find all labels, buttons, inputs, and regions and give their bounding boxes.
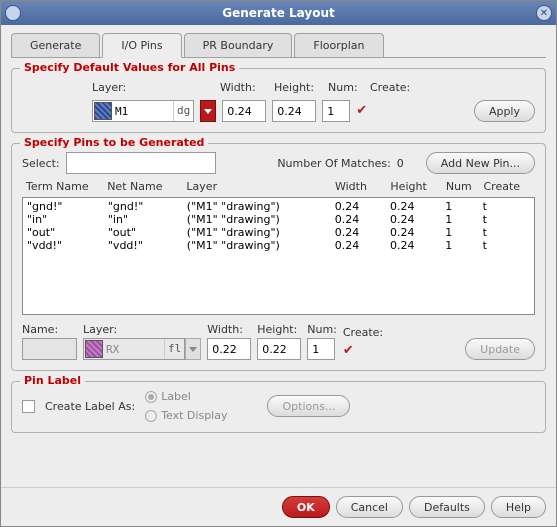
tab-pr-boundary[interactable]: PR Boundary <box>184 33 293 57</box>
table-row[interactable]: "vdd!" "vdd!" ("M1" "drawing") 0.240.241… <box>27 239 530 252</box>
edit-width-input[interactable] <box>207 338 251 360</box>
group-title-generate: Specify Pins to be Generated <box>20 136 208 149</box>
group-default-values: Specify Default Values for All Pins Laye… <box>11 68 546 133</box>
ok-button[interactable]: OK <box>282 496 330 518</box>
add-new-pin-button[interactable]: Add New Pin... <box>426 152 535 174</box>
edit-name-input <box>22 338 77 360</box>
label-edit-create: Create: <box>343 326 383 339</box>
tab-generate[interactable]: Generate <box>11 33 100 57</box>
label-height: Height: <box>274 81 318 94</box>
group-title-pin-label: Pin Label <box>20 374 85 387</box>
label-name: Name: <box>22 323 77 336</box>
matches-value: 0 <box>397 157 404 170</box>
label-edit-num: Num: <box>307 323 337 336</box>
edit-num-input[interactable] <box>307 338 335 360</box>
pin-table[interactable]: "gnd!" "gnd!" ("M1" "drawing") 0.240.241… <box>22 197 535 315</box>
edit-create-check-icon[interactable]: ✔ <box>343 345 355 357</box>
default-create-check-icon[interactable]: ✔ <box>356 105 368 117</box>
default-layer-input[interactable] <box>113 102 173 120</box>
col-num: Num <box>446 180 484 193</box>
group-pin-label: Pin Label Create Label As: Label Text Di… <box>11 381 546 433</box>
radio-label <box>145 391 157 403</box>
update-button: Update <box>465 338 535 360</box>
edit-height-input[interactable] <box>257 338 301 360</box>
table-row[interactable]: "gnd!" "gnd!" ("M1" "drawing") 0.240.241… <box>27 200 530 213</box>
label-create-as: Create Label As: <box>45 400 135 413</box>
radio-text-display-text: Text Display <box>161 409 227 422</box>
edit-layer-swatch-icon <box>85 340 103 358</box>
group-pins-to-generate: Specify Pins to be Generated Select: Num… <box>11 143 546 371</box>
tab-io-pins[interactable]: I/O Pins <box>102 33 181 58</box>
default-layer-suffix: dg <box>173 101 193 121</box>
col-layer: Layer <box>186 180 335 193</box>
col-create: Create <box>483 180 531 193</box>
radio-text-display <box>145 410 157 422</box>
create-label-as-checkbox[interactable] <box>22 400 35 413</box>
label-select: Select: <box>22 157 60 170</box>
default-height-input[interactable] <box>272 100 316 122</box>
options-button: Options... <box>267 395 350 417</box>
label-edit-layer: Layer: <box>83 323 201 336</box>
group-title-defaults: Specify Default Values for All Pins <box>20 61 239 74</box>
radio-label-text: Label <box>161 390 191 403</box>
col-width: Width <box>335 180 390 193</box>
label-width: Width: <box>220 81 264 94</box>
apply-button[interactable]: Apply <box>474 100 535 122</box>
table-row[interactable]: "in" "in" ("M1" "drawing") 0.240.241t <box>27 213 530 226</box>
tab-floorplan[interactable]: Floorplan <box>294 33 383 57</box>
select-input[interactable] <box>66 152 216 174</box>
dialog-footer: OK Cancel Defaults Help <box>1 487 556 526</box>
default-num-input[interactable] <box>322 100 350 122</box>
default-layer-dropdown-icon[interactable] <box>200 100 216 122</box>
col-height: Height <box>390 180 445 193</box>
cancel-button[interactable]: Cancel <box>336 496 403 518</box>
tab-bar: Generate I/O Pins PR Boundary Floorplan <box>11 33 546 58</box>
pin-table-header: Term Name Net Name Layer Width Height Nu… <box>22 180 535 193</box>
window-title: Generate Layout <box>21 6 536 20</box>
default-layer-selector[interactable]: dg <box>92 100 194 122</box>
default-width-input[interactable] <box>222 100 266 122</box>
edit-layer-suffix: fl <box>164 339 184 359</box>
label-layer: Layer: <box>92 81 210 94</box>
label-matches: Number Of Matches: <box>277 157 390 170</box>
layer-swatch-icon <box>94 102 112 120</box>
edit-layer-selector: fl <box>83 338 185 360</box>
label-create: Create: <box>370 81 410 94</box>
close-icon[interactable]: ✕ <box>536 5 552 21</box>
edit-layer-dropdown-icon <box>185 338 201 360</box>
table-row[interactable]: "out" "out" ("M1" "drawing") 0.240.241t <box>27 226 530 239</box>
titlebar: Generate Layout ✕ <box>1 1 556 25</box>
defaults-button[interactable]: Defaults <box>409 496 485 518</box>
edit-layer-input <box>104 340 164 358</box>
col-net: Net Name <box>107 180 186 193</box>
label-edit-height: Height: <box>257 323 301 336</box>
label-num: Num: <box>328 81 360 94</box>
help-button[interactable]: Help <box>491 496 546 518</box>
app-icon <box>5 5 21 21</box>
label-edit-width: Width: <box>207 323 251 336</box>
col-term: Term Name <box>26 180 107 193</box>
